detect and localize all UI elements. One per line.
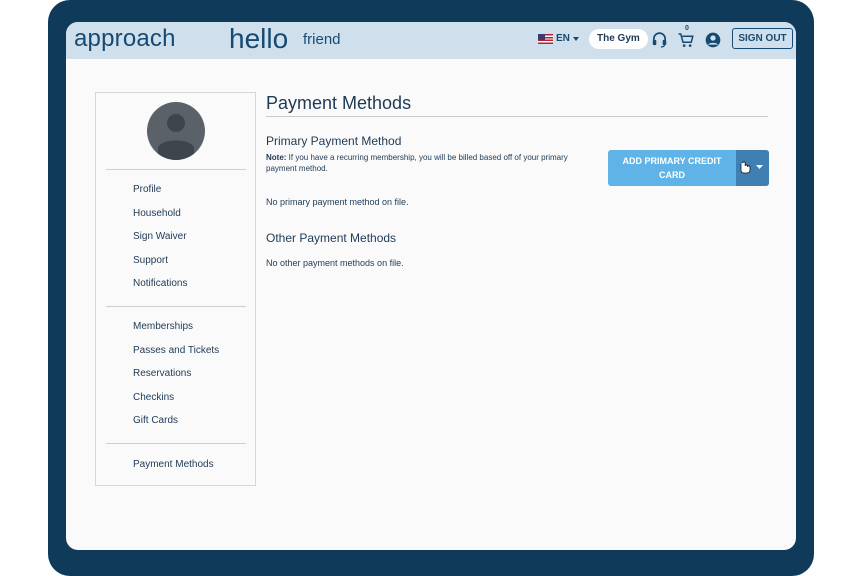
sidebar-item-notifications[interactable]: Notifications	[133, 278, 187, 289]
approach-logo[interactable]: approach	[74, 24, 176, 54]
add-button-line-2: CARD	[659, 170, 685, 180]
greeting: hello	[229, 23, 289, 54]
sidebar-item-payment-methods[interactable]: Payment Methods	[133, 459, 214, 470]
sidebar-item-sign-waiver[interactable]: Sign Waiver	[133, 231, 187, 242]
hand-pointer-cursor-icon	[740, 161, 763, 174]
sidebar-item-checkins[interactable]: Checkins	[133, 392, 174, 403]
account-sidebar: Profile Household Sign Waiver Support Notifi…	[95, 92, 256, 486]
page-title: Payment Methods	[266, 93, 412, 113]
other-payment-heading: Other Payment Methods	[266, 231, 397, 245]
sidebar-item-reservations[interactable]: Reservations	[133, 368, 191, 379]
sidebar-item-profile[interactable]: Profile	[133, 184, 161, 195]
other-empty-message: No other payment methods on file.	[266, 258, 404, 268]
add-payment-dropdown-toggle[interactable]	[736, 150, 769, 186]
user-name: friend	[303, 31, 341, 48]
sidebar-item-household[interactable]: Household	[133, 208, 181, 219]
add-primary-credit-card-button[interactable]: ADD PRIMARY CREDIT CARD	[608, 150, 769, 186]
header-bar: approach hello friend EN The Gym 0 SIGN …	[66, 22, 796, 59]
us-flag-icon	[538, 33, 553, 44]
sidebar-divider	[106, 443, 246, 444]
sidebar-item-memberships[interactable]: Memberships	[133, 321, 193, 332]
shopping-cart-icon	[678, 33, 694, 47]
sidebar-divider	[106, 306, 246, 307]
gym-selector[interactable]: The Gym	[589, 29, 648, 49]
language-label: EN	[556, 33, 570, 44]
primary-payment-heading: Primary Payment Method	[266, 134, 402, 148]
app-window: approach hello friend EN The Gym 0 SIGN …	[66, 22, 796, 550]
title-divider	[266, 116, 768, 117]
language-selector[interactable]: EN	[538, 33, 579, 44]
note-label: Note:	[266, 153, 287, 162]
cart-count: 0	[685, 25, 689, 32]
avatar	[147, 102, 205, 160]
add-button-line-1: ADD PRIMARY CREDIT	[622, 156, 722, 166]
user-silhouette-icon	[158, 114, 194, 160]
primary-payment-note: Note: If you have a recurring membership…	[266, 152, 586, 174]
sidebar-item-passes-and-tickets[interactable]: Passes and Tickets	[133, 345, 219, 356]
sign-out-button[interactable]: SIGN OUT	[732, 28, 793, 49]
sidebar-divider	[106, 169, 246, 170]
sidebar-item-gift-cards[interactable]: Gift Cards	[133, 415, 178, 426]
headset-icon[interactable]	[651, 31, 668, 48]
add-primary-credit-card-label[interactable]: ADD PRIMARY CREDIT CARD	[608, 150, 736, 186]
sidebar-item-support[interactable]: Support	[133, 255, 168, 266]
note-text: If you have a recurring membership, you …	[266, 153, 568, 173]
primary-empty-message: No primary payment method on file.	[266, 197, 409, 207]
cart-button[interactable]: 0	[677, 25, 697, 48]
account-icon[interactable]	[705, 32, 721, 48]
caret-down-icon	[572, 36, 579, 41]
